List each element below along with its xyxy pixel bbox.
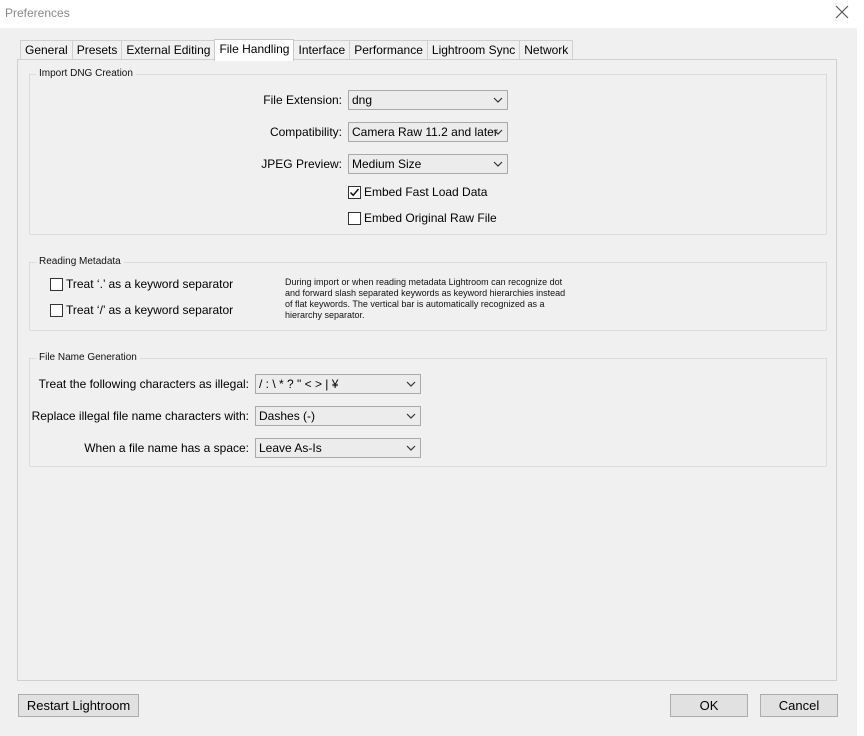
compatibility-select[interactable]: Camera Raw 11.2 and later — [348, 122, 508, 142]
chevron-down-icon — [493, 129, 503, 135]
jpeg-preview-label: JPEG Preview: — [261, 157, 342, 171]
file-name-generation-group: File Name Generation Treat the following… — [29, 352, 827, 467]
tab-lightroom-sync[interactable]: Lightroom Sync — [426, 40, 521, 60]
import-dng-group: Import DNG Creation File Extension: dng … — [29, 68, 827, 235]
reading-metadata-group: Reading Metadata Treat ‘.’ as a keyword … — [29, 256, 827, 331]
file-extension-select[interactable]: dng — [348, 90, 508, 110]
info-line: and forward slash separated keywords as … — [285, 288, 566, 298]
title-bar: Preferences — [0, 0, 864, 28]
import-dng-title: Import DNG Creation — [36, 68, 136, 79]
tab-performance[interactable]: Performance — [349, 40, 428, 60]
embed-fast-load-checkbox[interactable]: Embed Fast Load Data — [348, 185, 487, 199]
illegal-chars-select[interactable]: / : \ * ? " < > | ¥ — [255, 374, 421, 394]
embed-original-raw-label: Embed Original Raw File — [364, 211, 497, 225]
info-line: of flat keywords. The vertical bar is au… — [285, 299, 545, 309]
slash-separator-checkbox[interactable]: Treat ‘/’ as a keyword separator — [50, 303, 233, 317]
info-line: hierarchy separator. — [285, 310, 365, 320]
chevron-down-icon — [406, 413, 416, 419]
slash-separator-label: Treat ‘/’ as a keyword separator — [66, 303, 234, 317]
space-handling-value: Leave As-Is — [259, 441, 322, 455]
file-name-generation-title: File Name Generation — [36, 352, 140, 363]
metadata-info-text: During import or when reading metadata L… — [285, 277, 585, 321]
tab-file-handling[interactable]: File Handling — [214, 39, 295, 61]
replace-with-value: Dashes (-) — [259, 409, 316, 423]
chevron-down-icon — [493, 97, 503, 103]
embed-fast-load-label: Embed Fast Load Data — [364, 185, 488, 199]
file-extension-label: File Extension: — [263, 93, 342, 107]
illegal-chars-label: Treat the following characters as illega… — [38, 377, 249, 391]
tab-network[interactable]: Network — [519, 40, 574, 60]
dot-separator-label: Treat ‘.’ as a keyword separator — [66, 277, 234, 291]
embed-original-raw-checkbox[interactable]: Embed Original Raw File — [348, 211, 497, 225]
file-extension-value: dng — [352, 93, 373, 107]
cancel-button[interactable]: Cancel — [760, 694, 838, 717]
restart-lightroom-button[interactable]: Restart Lightroom — [18, 694, 139, 717]
chevron-down-icon — [406, 445, 416, 451]
tab-general[interactable]: General — [20, 40, 73, 60]
reading-metadata-title: Reading Metadata — [36, 256, 124, 267]
tab-presets[interactable]: Presets — [71, 40, 123, 60]
file-handling-panel: Import DNG Creation File Extension: dng … — [17, 59, 837, 681]
replace-with-label: Replace illegal file name characters wit… — [31, 409, 249, 423]
chevron-down-icon — [406, 381, 416, 387]
tab-interface[interactable]: Interface — [293, 40, 351, 60]
space-handling-label: When a file name has a space: — [84, 441, 249, 455]
jpeg-preview-select[interactable]: Medium Size — [348, 154, 508, 174]
close-icon[interactable] — [834, 4, 850, 20]
ok-button[interactable]: OK — [670, 694, 748, 717]
compatibility-value: Camera Raw 11.2 and later — [352, 125, 498, 139]
chevron-down-icon — [493, 161, 503, 167]
illegal-chars-value: / : \ * ? " < > | ¥ — [259, 377, 339, 391]
space-handling-select[interactable]: Leave As-Is — [255, 438, 421, 458]
checkbox-box[interactable] — [348, 185, 361, 199]
checkbox-box[interactable] — [50, 277, 63, 291]
jpeg-preview-value: Medium Size — [352, 157, 422, 171]
tab-external-editing[interactable]: External Editing — [121, 40, 216, 60]
checkbox-box[interactable] — [50, 303, 63, 317]
window-title: Preferences — [5, 6, 70, 20]
tab-bar: General Presets External Editing File Ha… — [20, 39, 574, 61]
window-edge-strip — [857, 28, 864, 736]
compatibility-label: Compatibility: — [269, 125, 342, 139]
info-line: During import or when reading metadata L… — [285, 277, 563, 287]
checkbox-box[interactable] — [348, 211, 361, 225]
replace-with-select[interactable]: Dashes (-) — [255, 406, 421, 426]
dot-separator-checkbox[interactable]: Treat ‘.’ as a keyword separator — [50, 277, 233, 291]
checkmark-icon — [349, 188, 360, 196]
